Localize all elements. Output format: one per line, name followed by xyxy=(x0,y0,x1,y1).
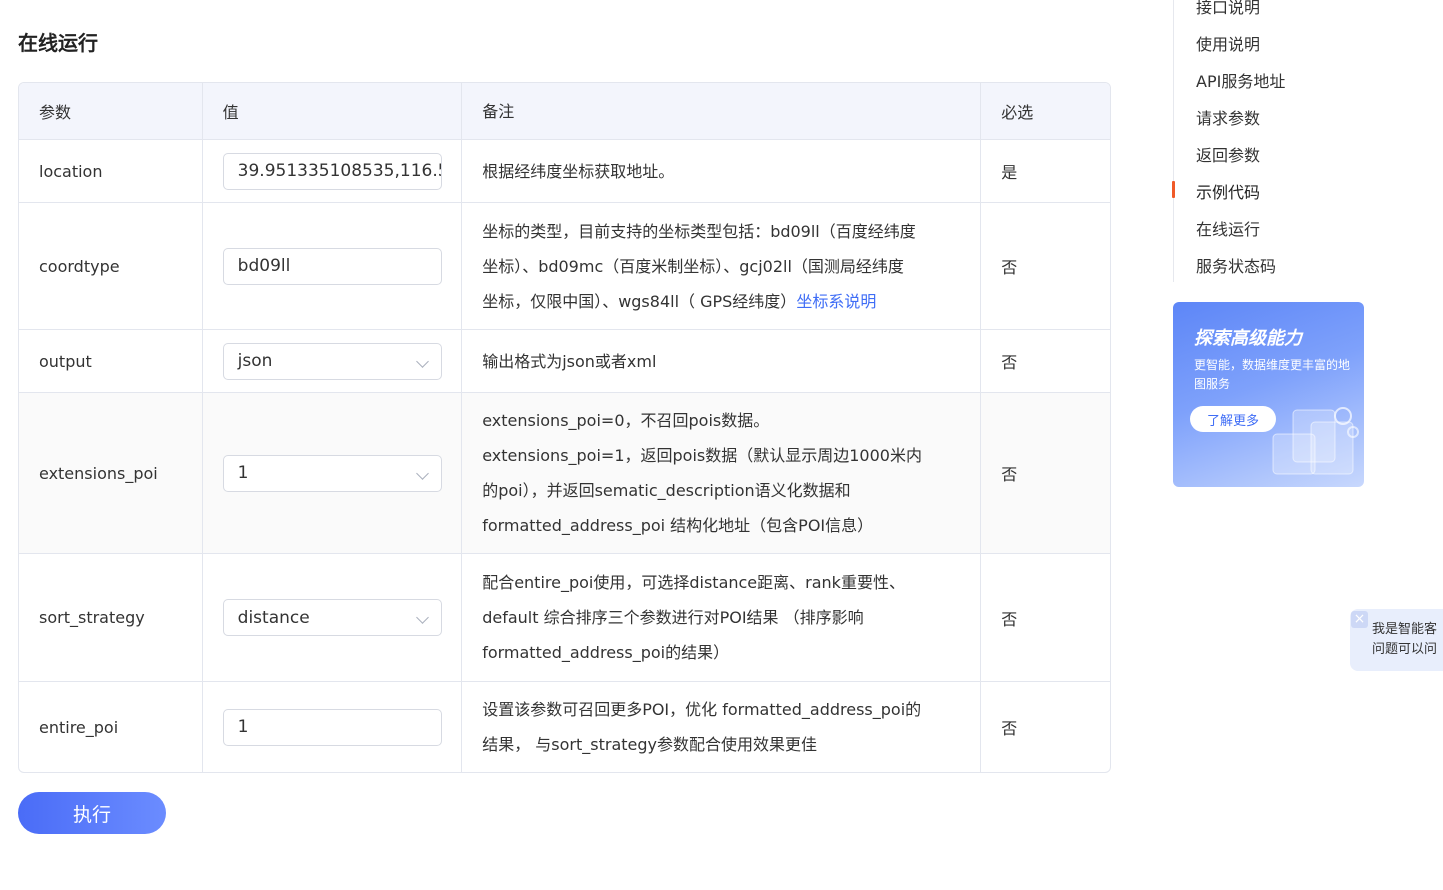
note-line: 的poi），并返回sematic_description语义化数据和 xyxy=(482,481,851,500)
note-line: 坐标的类型，目前支持的坐标类型包括：bd09ll（百度经纬度 xyxy=(482,221,916,241)
note-cell: 配合entire_poi使用，可选择distance距离、rank重要性、 de… xyxy=(461,554,980,681)
section-title: 在线运行 xyxy=(18,31,98,55)
value-cell: 39.951335108535,116.5 xyxy=(201,140,462,202)
run-button[interactable]: 执行 xyxy=(18,792,166,834)
table-row: extensions_poi 1 extensions_poi=0，不召回poi… xyxy=(19,392,1110,553)
value-cell: 1 xyxy=(201,682,462,772)
table-row: output json 输出格式为json或者xml 否 xyxy=(19,329,1110,392)
toc-item-usage[interactable]: 使用说明 xyxy=(1196,31,1260,55)
table-row: entire_poi 1 设置该参数可召回更多POI，优化 formatted_… xyxy=(19,681,1110,772)
learn-more-button[interactable]: 了解更多 xyxy=(1190,406,1276,432)
table-row: location 39.951335108535,116.5 根据经纬度坐标获取… xyxy=(19,139,1110,202)
note-line: default 综合排序三个参数进行对POI结果 （排序影响 xyxy=(482,608,864,627)
required-flag: 否 xyxy=(980,682,1110,772)
header-note: 备注 xyxy=(461,83,980,139)
chevron-down-icon xyxy=(415,354,429,368)
table-row: sort_strategy distance 配合entire_poi使用，可选… xyxy=(19,553,1110,681)
assistant-text: 我是智能客 问题可以问 xyxy=(1372,620,1437,660)
output-select[interactable]: json xyxy=(222,342,442,380)
note-line: 根据经纬度坐标获取地址。 xyxy=(482,161,675,181)
param-name: extensions_poi xyxy=(39,463,158,483)
note-line: extensions_poi=1，返回pois数据（默认显示周边1000米内 xyxy=(482,446,922,465)
value-cell: 1 xyxy=(201,393,462,553)
select-value: 1 xyxy=(237,463,249,483)
note-line: 设置该参数可召回更多POI，优化 formatted_address_poi的 xyxy=(482,700,922,719)
note-cell: 设置该参数可召回更多POI，优化 formatted_address_poi的 … xyxy=(461,682,980,772)
param-name: location xyxy=(39,161,103,181)
note-line: 输出格式为json或者xml xyxy=(482,351,657,371)
required-flag: 否 xyxy=(980,203,1110,329)
note-cell: extensions_poi=0，不召回pois数据。 extensions_p… xyxy=(461,393,980,553)
assistant-line: 问题可以问 xyxy=(1372,642,1438,657)
header-required: 必选 xyxy=(980,83,1110,139)
table-row: coordtype bd09ll 坐标的类型，目前支持的坐标类型包括：bd09l… xyxy=(19,202,1110,329)
toc-item-response-params[interactable]: 返回参数 xyxy=(1196,142,1260,166)
note-cell: 根据经纬度坐标获取地址。 xyxy=(461,140,980,202)
chevron-down-icon xyxy=(415,611,429,624)
note-line: 坐标）、bd09mc（百度米制坐标）、gcj02ll（国测局经纬度 xyxy=(482,256,904,276)
note-line: extensions_poi=0，不召回pois数据。 xyxy=(482,411,770,430)
banner-subtitle: 更智能，数据维度更丰富的地图服务 xyxy=(1194,358,1351,391)
note-line: formatted_address_poi的结果） xyxy=(482,643,730,662)
coordtype-input[interactable]: bd09ll xyxy=(222,247,442,285)
toc-item-sample-code[interactable]: 示例代码 xyxy=(1196,179,1260,203)
entire-poi-input[interactable]: 1 xyxy=(222,708,442,746)
note-line: 配合entire_poi使用，可选择distance距离、rank重要性、 xyxy=(482,573,905,592)
banner-title: 探索高级能力 xyxy=(1194,328,1302,349)
value-cell: distance xyxy=(201,554,462,681)
param-name: output xyxy=(39,351,92,371)
required-flag: 否 xyxy=(980,554,1110,681)
toc-item-online-run[interactable]: 在线运行 xyxy=(1196,216,1260,240)
required-flag: 是 xyxy=(980,140,1110,202)
required-flag: 否 xyxy=(980,330,1110,392)
chevron-down-icon xyxy=(415,466,429,480)
header-param: 参数 xyxy=(39,103,72,122)
note-cell: 坐标的类型，目前支持的坐标类型包括：bd09ll（百度经纬度 坐标）、bd09m… xyxy=(461,203,980,329)
close-icon[interactable]: × xyxy=(1351,611,1368,628)
toc-divider xyxy=(1173,0,1174,282)
header-value: 值 xyxy=(201,83,462,139)
sort-strategy-select[interactable]: distance xyxy=(222,599,442,636)
select-value: distance xyxy=(237,607,310,628)
toc-item-api-desc[interactable]: 接口说明 xyxy=(1196,0,1260,18)
note-cell: 输出格式为json或者xml xyxy=(461,330,980,392)
value-cell: json xyxy=(201,330,462,392)
coordinate-system-link[interactable]: 坐标系说明 xyxy=(796,292,876,311)
toc-item-status-codes[interactable]: 服务状态码 xyxy=(1196,253,1276,277)
required-flag: 否 xyxy=(980,393,1110,553)
location-input[interactable]: 39.951335108535,116.5 xyxy=(222,152,442,190)
toc-active-marker xyxy=(1172,181,1175,198)
extensions-poi-select[interactable]: 1 xyxy=(222,454,442,492)
select-value: json xyxy=(237,351,273,371)
note-line: 结果， 与sort_strategy参数配合使用效果更佳 xyxy=(482,735,817,754)
note-line: 坐标，仅限中国）、wgs84ll（ GPS经纬度） xyxy=(482,291,797,311)
assistant-line: 我是智能客 xyxy=(1372,622,1438,637)
toc-item-api-address[interactable]: API服务地址 xyxy=(1196,68,1285,92)
note-line: formatted_address_poi 结构化地址（包含POI信息） xyxy=(482,516,874,535)
params-table: 参数 值 备注 必选 location 39.951335108535,116.… xyxy=(18,82,1111,773)
param-name: sort_strategy xyxy=(39,608,145,627)
table-header: 参数 值 备注 必选 xyxy=(19,83,1110,139)
value-cell: bd09ll xyxy=(201,203,462,329)
promo-banner[interactable]: 探索高级能力 更智能，数据维度更丰富的地图服务 了解更多 xyxy=(1173,302,1364,487)
param-name: entire_poi xyxy=(39,717,119,737)
toc-item-request-params[interactable]: 请求参数 xyxy=(1196,105,1260,129)
param-name: coordtype xyxy=(39,256,120,276)
